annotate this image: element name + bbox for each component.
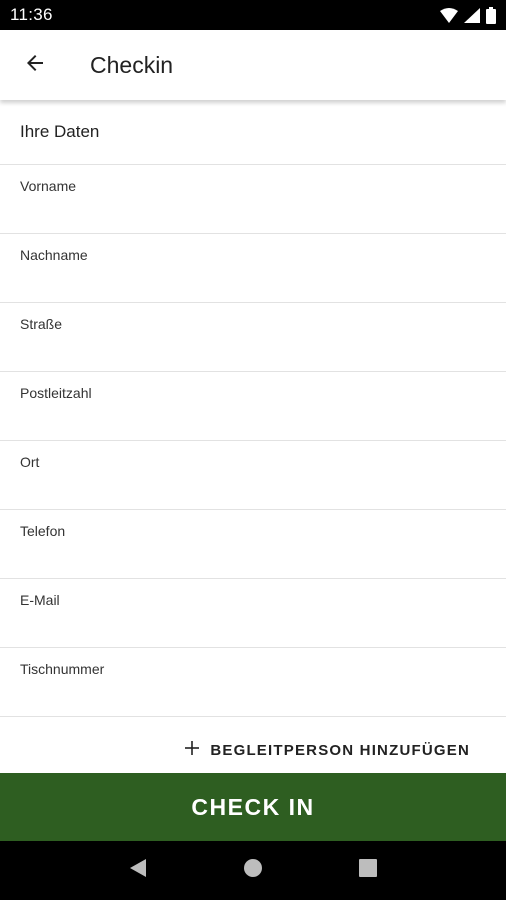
status-time: 11:36 [10,5,53,24]
street-field[interactable]: Straße [0,303,506,372]
nav-back-button[interactable] [118,851,158,891]
phone-input[interactable] [20,546,486,572]
lastname-field[interactable]: Nachname [0,234,506,303]
field-label: Vorname [20,178,77,194]
lastname-input[interactable] [20,270,486,296]
back-triangle-icon [129,858,147,883]
postalcode-field[interactable]: Postleitzahl [0,372,506,441]
checkin-form: Ihre Daten Vorname Nachname Straße Postl… [0,100,506,773]
field-label: Tischnummer [20,661,105,677]
email-input[interactable] [20,615,486,641]
status-bar: 11:36 [0,0,506,30]
city-field[interactable]: Ort [0,441,506,510]
tablenumber-input[interactable] [20,684,486,710]
firstname-field[interactable]: Vorname [0,165,506,234]
wifi-icon [440,7,458,23]
checkin-button[interactable]: CHECK IN [0,773,506,841]
tablenumber-field[interactable]: Tischnummer [0,648,506,717]
battery-icon [486,6,496,24]
recents-square-icon [359,859,378,882]
phone-field[interactable]: Telefon [0,510,506,579]
section-title: Ihre Daten [0,100,506,165]
field-label: Ort [20,454,40,470]
field-label: Telefon [20,523,66,539]
back-button[interactable] [0,30,70,100]
field-label: Nachname [20,247,88,263]
postalcode-input[interactable] [20,408,486,434]
field-label: Postleitzahl [20,385,92,401]
firstname-input[interactable] [20,201,486,227]
field-label: Straße [20,316,63,332]
add-companion-label: BEGLEITPERSON HINZUFÜGEN [210,742,470,759]
nav-recents-button[interactable] [348,851,388,891]
status-icons [440,6,496,24]
arrow-left-icon [23,51,47,80]
email-field[interactable]: E-Mail [0,579,506,648]
app-bar: Checkin [0,30,506,100]
signal-icon [464,7,480,23]
plus-icon [184,740,200,761]
nav-home-button[interactable] [233,851,273,891]
page-title: Checkin [90,51,174,78]
city-input[interactable] [20,477,486,503]
field-label: E-Mail [20,592,60,608]
add-companion-button[interactable]: BEGLEITPERSON HINZUFÜGEN [184,740,470,761]
home-circle-icon [243,858,263,883]
street-input[interactable] [20,339,486,365]
checkin-button-label: CHECK IN [191,793,315,820]
system-nav-bar [0,841,506,900]
